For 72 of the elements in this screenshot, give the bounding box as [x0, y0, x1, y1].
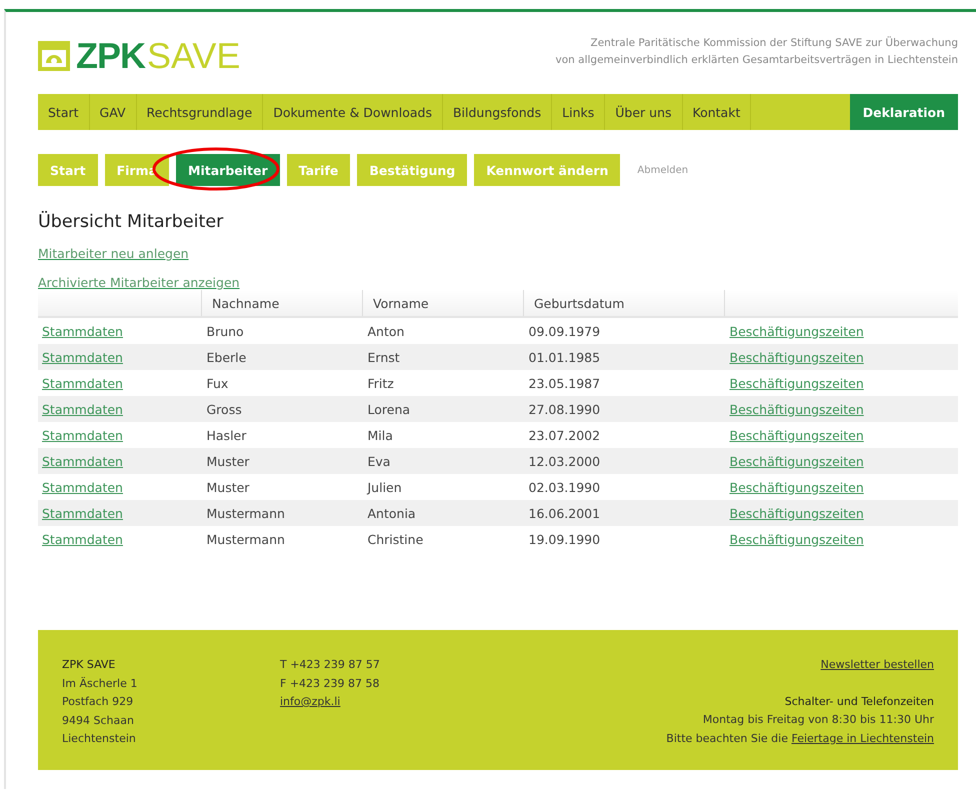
employment-periods-link[interactable]: Beschäftigungszeiten: [730, 324, 864, 338]
last-name-cell: Mustermann: [206, 506, 285, 520]
master-data-link[interactable]: Stammdaten: [42, 376, 123, 390]
last-name-cell: Muster: [206, 480, 250, 494]
main-nav-item[interactable]: Deklaration: [850, 94, 958, 130]
logo-text: ZPK: [76, 39, 145, 73]
logout-link[interactable]: Abmelden: [637, 164, 688, 176]
first-name-cell: Christine: [368, 532, 424, 546]
birth-date-cell: 12.03.2000: [528, 454, 600, 468]
birth-date-cell: 23.05.1987: [528, 376, 600, 390]
last-name-cell: Hasler: [206, 428, 246, 442]
footer-org-name: ZPK SAVE: [62, 657, 116, 673]
first-name-cell: Lorena: [368, 402, 410, 416]
last-name-cell: Mustermann: [206, 532, 285, 546]
hours-title: Schalter- und Telefonzeiten: [784, 694, 934, 710]
tagline-text: von allgemeinverbindlich erklärten Gesamtarbeitsverträgen in Liechtenstein: [556, 53, 958, 68]
last-name-cell: Gross: [206, 402, 242, 416]
logo-icon: [38, 41, 70, 71]
main-nav-item[interactable]: Rechtsgrundlage: [136, 94, 264, 130]
holiday-link[interactable]: Feiertage in Liechtenstein: [791, 732, 934, 744]
first-name-cell: Mila: [368, 428, 393, 442]
birth-date-cell: 09.09.1979: [528, 324, 600, 338]
action-link[interactable]: Archivierte Mitarbeiter anzeigen: [38, 275, 240, 290]
first-name-cell: Eva: [368, 454, 390, 468]
master-data-link[interactable]: Stammdaten: [42, 324, 123, 338]
first-name-cell: Fritz: [368, 376, 394, 390]
birth-date-cell: 16.06.2001: [528, 506, 600, 520]
first-name-cell: Ernst: [368, 350, 400, 364]
page-title: Übersicht Mitarbeiter: [38, 212, 224, 232]
birth-date-cell: 01.01.1985: [528, 350, 600, 364]
tagline-text: Zentrale Paritätische Kommission der Stiftung SAVE zur Überwachung: [590, 35, 958, 51]
column-header: Vorname: [362, 290, 524, 317]
last-name-cell: Muster: [206, 454, 250, 468]
birth-date-cell: 23.07.2002: [528, 428, 600, 442]
address-line: Liechtenstein: [62, 731, 137, 747]
column-header: Nachname: [202, 290, 362, 317]
master-data-link[interactable]: Stammdaten: [42, 532, 123, 546]
newsletter-link[interactable]: Newsletter bestellen: [820, 656, 934, 674]
main-nav-item[interactable]: Kontakt: [682, 94, 752, 130]
last-name-cell: Fux: [206, 376, 228, 390]
employment-periods-link[interactable]: Beschäftigungszeiten: [730, 532, 864, 546]
main-nav-item[interactable]: Start: [38, 94, 90, 130]
main-nav-item[interactable]: Über uns: [605, 94, 683, 130]
address-line: 9494 Schaan: [62, 712, 135, 728]
employment-periods-link[interactable]: Beschäftigungszeiten: [730, 428, 864, 442]
main-nav-item[interactable]: Dokumente & Downloads: [263, 94, 443, 130]
first-name-cell: Julien: [368, 480, 402, 494]
main-nav-item[interactable]: GAV: [90, 94, 137, 130]
first-name-cell: Antonia: [368, 506, 416, 520]
birth-date-cell: 02.03.1990: [528, 480, 600, 494]
birth-date-cell: 19.09.1990: [528, 532, 600, 546]
main-nav-item[interactable]: Links: [552, 94, 606, 130]
sub-nav-tab[interactable]: Mitarbeiter: [176, 154, 280, 186]
address-line: Im Äscherle 1: [62, 676, 138, 692]
hours-text: Montag bis Freitag von 8:30 bis 11:30 Uhr: [702, 712, 934, 728]
fax-text: F +423 239 87 58: [280, 676, 381, 692]
logo-text: SAVE: [147, 39, 240, 73]
column-header: Geburtsdatum: [524, 290, 724, 317]
master-data-link[interactable]: Stammdaten: [42, 428, 123, 442]
main-nav-item[interactable]: Bildungsfonds: [442, 94, 552, 130]
holiday-text: Bitte beachten Sie die: [666, 732, 788, 744]
phone-text: T +423 239 87 57: [280, 657, 381, 673]
master-data-link[interactable]: Stammdaten: [42, 480, 123, 494]
birth-date-cell: 27.08.1990: [528, 402, 600, 416]
email-link[interactable]: info@zpk.li: [280, 693, 520, 712]
employment-periods-link[interactable]: Beschäftigungszeiten: [730, 480, 864, 494]
first-name-cell: Anton: [368, 324, 404, 338]
last-name-cell: Eberle: [206, 350, 246, 364]
address-line: Postfach 929: [62, 694, 134, 710]
last-name-cell: Bruno: [206, 324, 244, 338]
employment-periods-link[interactable]: Beschäftigungszeiten: [730, 376, 864, 390]
action-link[interactable]: Mitarbeiter neu anlegen: [38, 246, 189, 261]
